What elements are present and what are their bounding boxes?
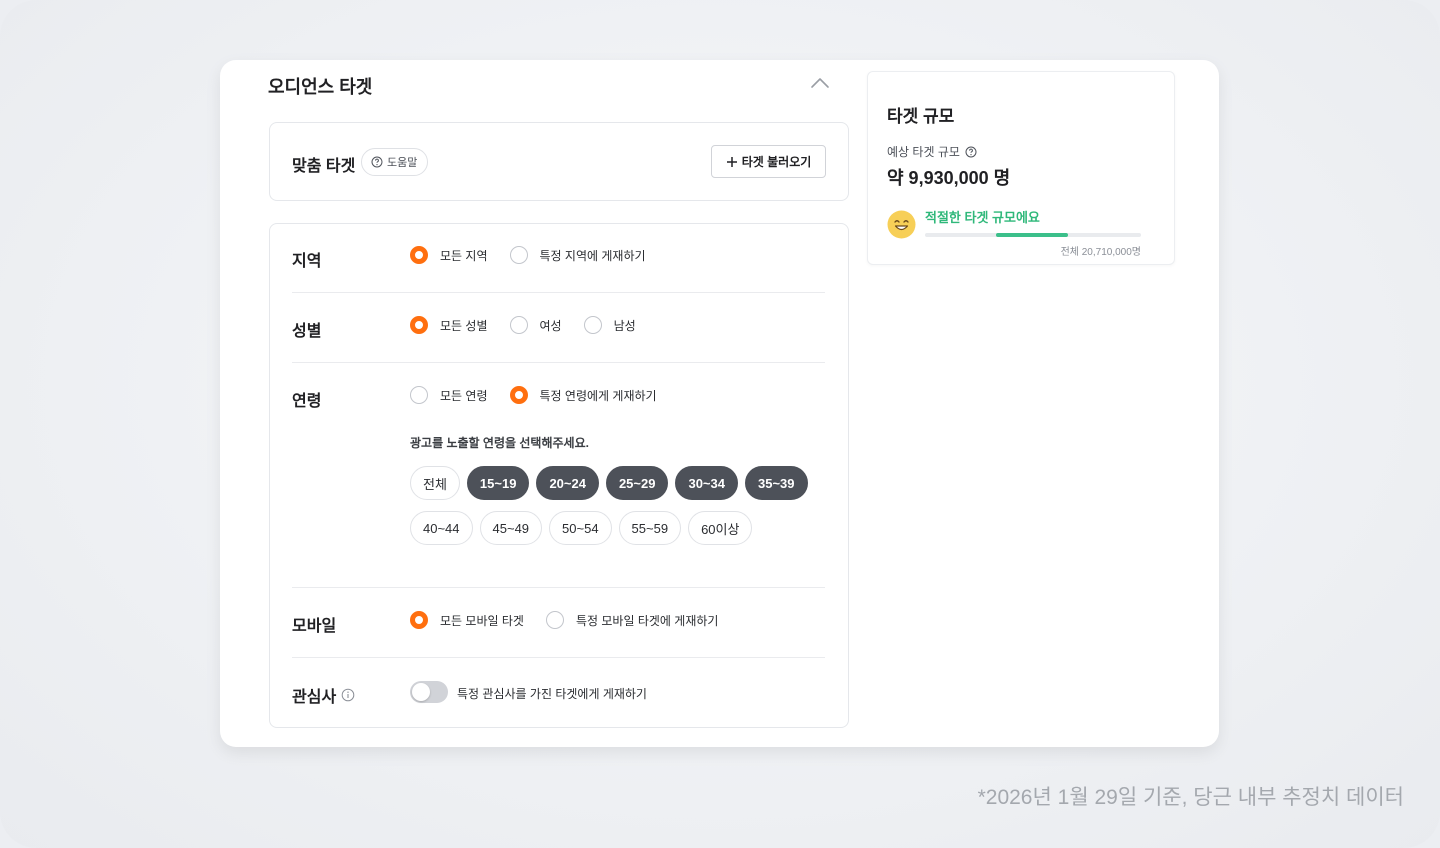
radio-dot — [509, 386, 528, 404]
radio-gender-male[interactable]: 남성 — [583, 316, 636, 334]
total-audience: 전체 20,710,000명 — [1060, 247, 1141, 258]
age-chip-50-54[interactable]: 50~54 — [549, 511, 612, 545]
region-radio-group: 모든 지역 특정 지역에 게재하기 — [410, 246, 668, 264]
radio-age-specific[interactable]: 특정 연령에게 게재하기 — [509, 386, 657, 404]
radio-gender-female[interactable]: 여성 — [509, 316, 562, 334]
question-circle-icon[interactable] — [965, 146, 977, 158]
divider — [292, 362, 825, 363]
radio-dot — [583, 316, 602, 334]
estimate-value: 약 9,930,000 명 — [887, 168, 1011, 188]
age-chip-40-44[interactable]: 40~44 — [410, 511, 473, 545]
radio-age-all[interactable]: 모든 연령 — [410, 386, 488, 404]
interest-toggle[interactable] — [410, 681, 448, 703]
age-radio-group: 모든 연령 특정 연령에게 게재하기 — [410, 386, 679, 404]
age-chip-30-34[interactable]: 30~34 — [675, 466, 738, 500]
help-label: 도움말 — [387, 157, 418, 169]
radio-label: 특정 모바일 타겟에 게재하기 — [575, 613, 719, 628]
divider — [292, 657, 825, 658]
interest-toggle-text: 특정 관심사를 가진 타겟에게 게재하기 — [457, 687, 647, 701]
age-chip-35-39[interactable]: 35~39 — [744, 466, 808, 500]
radio-region-specific[interactable]: 특정 지역에 게재하기 — [509, 246, 646, 264]
target-size-bar — [925, 233, 1141, 237]
radio-gender-all[interactable]: 모든 성별 — [410, 316, 488, 334]
audience-panel: 오디언스 타겟 맞춤 타겟 도움말 타겟 불러오기 지역 모든 지역 특정 지역… — [220, 60, 1219, 747]
radio-label: 모든 지역 — [440, 248, 488, 263]
toggle-knob — [412, 683, 430, 701]
custom-target-label: 맞춤 타겟 — [292, 158, 356, 175]
divider — [292, 587, 825, 588]
radio-label: 모든 연령 — [440, 388, 488, 403]
age-chip-25-29[interactable]: 25~29 — [605, 466, 669, 500]
plus-icon — [726, 156, 737, 167]
gender-radio-group: 모든 성별 여성 남성 — [410, 316, 658, 334]
gender-label: 성별 — [292, 323, 322, 340]
targeting-options-card: 지역 모든 지역 특정 지역에 게재하기 성별 모든 성별 여성 남성 연령 모… — [269, 223, 849, 728]
question-circle-icon — [371, 156, 383, 168]
estimate-label: 예상 타겟 규모 — [887, 145, 960, 159]
radio-dot — [410, 611, 428, 629]
region-label: 지역 — [292, 253, 322, 270]
radio-label: 모든 모바일 타겟 — [440, 613, 524, 628]
age-label: 연령 — [292, 393, 322, 410]
radio-dot — [509, 246, 528, 264]
radio-label: 모든 성별 — [440, 318, 488, 333]
section-title: 오디언스 타겟 — [268, 77, 373, 97]
age-chip-all[interactable]: 전체 — [410, 466, 460, 500]
age-chip-60-plus[interactable]: 60이상 — [688, 511, 753, 545]
radio-label: 특정 연령에게 게재하기 — [539, 388, 657, 403]
load-target-label: 타겟 불러오기 — [741, 155, 812, 169]
load-target-button[interactable]: 타겟 불러오기 — [711, 145, 826, 178]
age-chip-45-49[interactable]: 45~49 — [479, 511, 543, 545]
fit-status: 적절한 타겟 규모에요 — [925, 210, 1040, 225]
radio-dot — [410, 246, 428, 264]
radio-dot — [509, 316, 528, 334]
chevron-up-icon[interactable] — [809, 75, 831, 91]
radio-dot — [410, 316, 428, 334]
age-chip-20-24[interactable]: 20~24 — [536, 466, 599, 500]
age-chips-row-1: 전체 15~19 20~24 25~29 30~34 35~39 — [410, 466, 808, 500]
interest-row-label: 관심사 — [292, 683, 355, 707]
help-button[interactable]: 도움말 — [361, 148, 429, 176]
age-chips-row-2: 40~44 45~49 50~54 55~59 60이상 — [410, 511, 753, 545]
radio-dot — [545, 611, 564, 629]
target-size-title: 타겟 규모 — [887, 107, 955, 126]
radio-label: 여성 — [539, 318, 562, 333]
info-icon[interactable] — [341, 688, 355, 702]
radio-region-all[interactable]: 모든 지역 — [410, 246, 488, 264]
mobile-radio-group: 모든 모바일 타겟 특정 모바일 타겟에 게재하기 — [410, 611, 740, 629]
age-chip-55-59[interactable]: 55~59 — [618, 511, 682, 545]
custom-target-card: 맞춤 타겟 도움말 타겟 불러오기 — [269, 122, 849, 201]
radio-mobile-all[interactable]: 모든 모바일 타겟 — [410, 611, 524, 629]
mobile-label: 모바일 — [292, 618, 337, 635]
age-chip-15-19[interactable]: 15~19 — [466, 466, 530, 500]
footnote: *2026년 1월 29일 기준, 당근 내부 추정치 데이터 — [977, 786, 1404, 809]
smiley-icon — [887, 210, 916, 239]
radio-label: 남성 — [613, 318, 636, 333]
radio-dot — [410, 386, 428, 404]
interest-label: 관심사 — [292, 689, 337, 706]
estimate-label-row: 예상 타겟 규모 — [887, 143, 977, 160]
radio-mobile-specific[interactable]: 특정 모바일 타겟에 게재하기 — [545, 611, 719, 629]
target-size-card: 타겟 규모 예상 타겟 규모 약 9,930,000 명 적절한 타겟 규모에요… — [867, 71, 1175, 265]
target-size-bar-fill — [996, 233, 1068, 237]
radio-label: 특정 지역에 게재하기 — [539, 248, 646, 263]
divider — [292, 292, 825, 293]
age-hint: 광고를 노출할 연령을 선택해주세요. — [410, 436, 589, 450]
